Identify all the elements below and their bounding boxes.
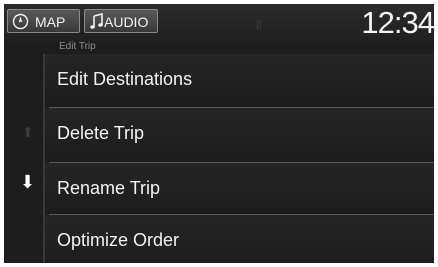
menu-list: Edit Destinations Delete Trip Rename Tri… xyxy=(43,54,434,263)
map-label: MAP xyxy=(35,14,66,30)
page-title: Edit Trip xyxy=(59,41,96,52)
audio-label: AUDIO xyxy=(104,14,149,30)
top-bar: MAP AUDIO ▯ 12:34 xyxy=(4,4,434,42)
menu-item-label: Delete Trip xyxy=(57,123,145,143)
signal-indicator-icon: ▯ xyxy=(256,19,262,30)
menu-item-label: Edit Destinations xyxy=(57,69,193,89)
arrow-down-icon[interactable]: ⬇ xyxy=(20,172,35,193)
menu-item-rename-trip[interactable]: Rename Trip xyxy=(45,163,434,214)
menu-item-delete-trip[interactable]: Delete Trip xyxy=(45,108,434,159)
nav-screen: MAP AUDIO ▯ 12:34 Edit Trip ⬆ ⬇ Edit Des… xyxy=(4,4,434,263)
menu-item-label: Rename Trip xyxy=(57,178,161,198)
menu-item-optimize-order[interactable]: Optimize Order xyxy=(45,215,434,263)
music-note-icon xyxy=(90,12,104,37)
audio-button[interactable]: AUDIO xyxy=(84,9,158,33)
clock: 12:34 xyxy=(361,5,434,40)
menu-item-edit-destinations[interactable]: Edit Destinations xyxy=(45,54,434,105)
compass-icon xyxy=(12,13,29,37)
map-button[interactable]: MAP xyxy=(7,9,80,33)
arrow-up-icon[interactable]: ⬆ xyxy=(22,124,34,141)
menu-item-label: Optimize Order xyxy=(57,230,180,250)
